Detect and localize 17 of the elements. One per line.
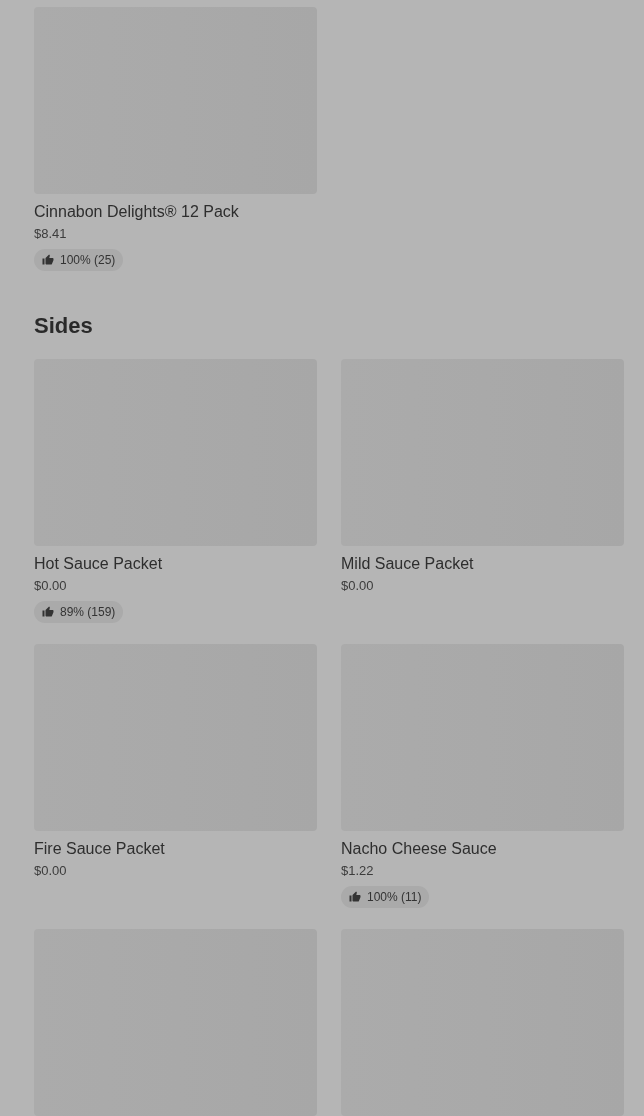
section-heading: Sides xyxy=(34,312,94,340)
item-name[interactable]: Mild Sauce Packet xyxy=(341,552,624,576)
item-name[interactable]: Fire Sauce Packet xyxy=(34,837,317,861)
item-price: $0.00 xyxy=(341,577,375,595)
thumbs-up-icon xyxy=(42,606,54,618)
rating-badge: 100% (25) xyxy=(34,249,124,271)
rating-badge: 89% (159) xyxy=(34,601,124,623)
item-price: $8.41 xyxy=(34,225,68,243)
thumbs-up-icon xyxy=(42,254,54,266)
item-price: $0.00 xyxy=(34,862,68,880)
item-name[interactable]: Cinnabon Delights® 12 Pack xyxy=(34,200,317,224)
thumbs-up-icon xyxy=(349,891,361,903)
item-price: $1.22 xyxy=(341,862,375,880)
item-name[interactable]: Hot Sauce Packet xyxy=(34,552,317,576)
item-name[interactable]: Nacho Cheese Sauce xyxy=(341,837,624,861)
item-price: $0.00 xyxy=(34,577,68,595)
rating-badge: 100% (11) xyxy=(341,886,430,908)
